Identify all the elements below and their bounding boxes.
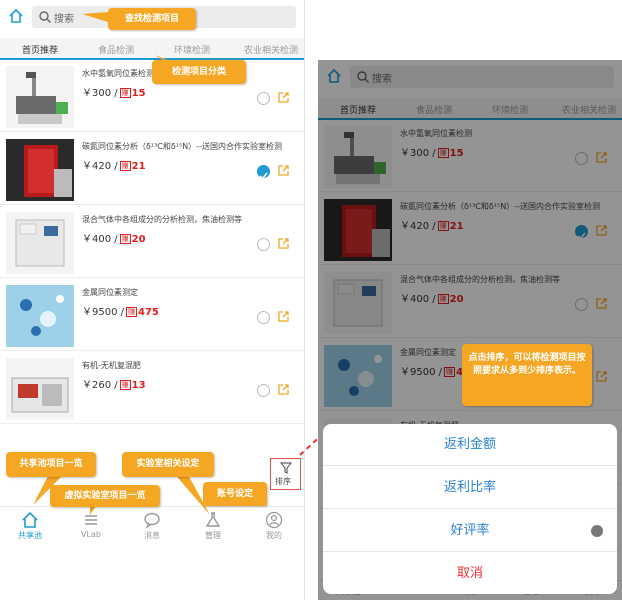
cancel-button[interactable]: 取消 [323, 553, 617, 595]
share-icon[interactable] [277, 310, 290, 323]
nav-messages[interactable]: 消息 [122, 511, 182, 541]
check-icon [259, 172, 268, 180]
message-icon [144, 512, 160, 529]
product-image[interactable] [6, 358, 74, 420]
sort-option-rebate-ratio[interactable]: 返利比率 [323, 467, 617, 509]
search-icon [39, 11, 51, 23]
select-checkbox[interactable] [257, 384, 270, 397]
list-item[interactable]: 碳氮同位素分析（δ¹³C和δ¹⁵N）--送国内合作实验室检测 ￥420 /赚 21 [0, 135, 304, 205]
pool-icon [22, 511, 38, 528]
product-image[interactable] [6, 285, 74, 347]
callout-shared-pool: 共享池项目一览 [6, 452, 96, 477]
select-checkbox[interactable] [257, 92, 270, 105]
price-value: ￥420 / [82, 161, 118, 172]
item-title: 有机-无机复混肥 [82, 361, 141, 370]
select-checkbox[interactable] [257, 311, 270, 324]
share-icon[interactable] [277, 91, 290, 104]
sort-screen: 搜索 首页推荐 食品检测 环境检测 农业相关检测 水中氢氧同位素检测 ￥300 /… [318, 60, 622, 600]
earn-tag: 赚 [119, 161, 131, 171]
callout-vlab: 虚拟实验室项目一览 [50, 485, 160, 507]
earn-tag: 赚 [119, 380, 131, 390]
list-item[interactable]: 有机-无机复混肥 ￥260 /赚13 [0, 354, 304, 424]
item-price: ￥260 /赚13 [82, 376, 146, 391]
cancel-label: 取消 [456, 566, 483, 581]
nav-vlab[interactable]: VLab [61, 511, 121, 539]
rebate-value: 475 [138, 307, 159, 318]
tab-home[interactable]: 首页推荐 [22, 43, 58, 56]
option-label: 返利比率 [443, 480, 496, 495]
filter-icon [280, 462, 292, 474]
item-price: ￥300 /赚 15 [82, 84, 146, 99]
user-icon [265, 511, 283, 529]
search-placeholder: 搜索 [54, 14, 74, 25]
earn-tag: 赚 [119, 88, 131, 98]
rebate-value: 21 [131, 161, 146, 172]
sort-label: 排序 [275, 477, 291, 486]
list-item[interactable]: 金属同位素测定 ￥9500 /赚475 [0, 281, 304, 351]
sort-option-rebate-amount[interactable]: 返利金额 [323, 424, 617, 466]
select-checkbox[interactable] [257, 165, 270, 180]
nav-label: 我的 [266, 531, 282, 540]
option-label: 好评率 [450, 523, 490, 538]
nav-shared-pool[interactable]: 共享池 [0, 511, 60, 541]
callout-category: 检测项目分类 [152, 60, 246, 84]
rebate-value: 13 [131, 380, 146, 391]
rebate-value: 20 [131, 234, 146, 245]
main-screen: 搜索 首页推荐 食品检测 环境检测 农业相关检测 水中氢氧同位素检测 ￥300 /… [0, 0, 305, 600]
price-value: ￥260 / [82, 380, 118, 391]
tab-agriculture[interactable]: 农业相关检测 [244, 43, 298, 56]
share-icon[interactable] [277, 237, 290, 250]
category-tabs: 首页推荐 食品检测 环境检测 农业相关检测 [0, 38, 304, 60]
item-title: 碳氮同位素分析（δ¹³C和δ¹⁵N）--送国内合作实验室检测 [82, 142, 282, 151]
price-value: ￥400 / [82, 234, 118, 245]
list-item[interactable]: 混合气体中各组成分的分析检测，焦油检测等 ￥400 /赚 20 [0, 208, 304, 278]
rebate-value: 15 [131, 88, 146, 99]
sort-button[interactable]: 排序 [270, 458, 301, 490]
item-price: ￥9500 /赚475 [82, 303, 159, 318]
item-price: ￥420 /赚 21 [82, 157, 146, 172]
tab-food[interactable]: 食品检测 [98, 43, 134, 56]
select-checkbox[interactable] [257, 238, 270, 251]
item-title: 水中氢氧同位素检测 [82, 69, 154, 78]
earn-tag: 赚 [126, 307, 137, 317]
home-icon[interactable] [8, 8, 24, 24]
nav-mine[interactable]: 我的 [244, 511, 304, 541]
sort-option-rating[interactable]: 好评率 [323, 510, 617, 552]
callout-search: 查找检测项目 [108, 8, 196, 30]
callout-sort: 点击排序，可以将检测项目按照要求从多到少排序表示。 [462, 344, 592, 406]
callout-lab: 实验室相关设定 [122, 452, 214, 477]
item-title: 混合气体中各组成分的分析检测，焦油检测等 [82, 215, 242, 224]
earn-tag: 赚 [119, 234, 131, 244]
bottom-nav: 共享池 VLab 消息 管理 我的 [0, 506, 304, 546]
nav-manage[interactable]: 管理 [183, 511, 243, 541]
nav-label: 消息 [144, 531, 160, 540]
product-image[interactable] [6, 66, 74, 128]
tab-environment[interactable]: 环境检测 [174, 43, 210, 56]
list-icon [85, 515, 97, 525]
sort-action-sheet: 返利金额 返利比率 好评率 取消 [323, 424, 617, 594]
callout-account: 账号设定 [203, 482, 267, 506]
flask-icon [205, 512, 221, 527]
price-value: ￥9500 / [82, 307, 124, 318]
share-icon[interactable] [277, 383, 290, 396]
nav-label: VLab [81, 530, 101, 539]
selected-indicator [591, 525, 603, 537]
product-image[interactable] [6, 212, 74, 274]
option-label: 返利金额 [443, 437, 496, 452]
item-price: ￥400 /赚 20 [82, 230, 146, 245]
share-icon[interactable] [277, 164, 290, 177]
nav-label: 共享池 [18, 531, 42, 540]
nav-label: 管理 [205, 531, 221, 540]
item-title: 金属同位素测定 [82, 288, 138, 297]
price-value: ￥300 / [82, 88, 118, 99]
product-image[interactable] [6, 139, 74, 201]
